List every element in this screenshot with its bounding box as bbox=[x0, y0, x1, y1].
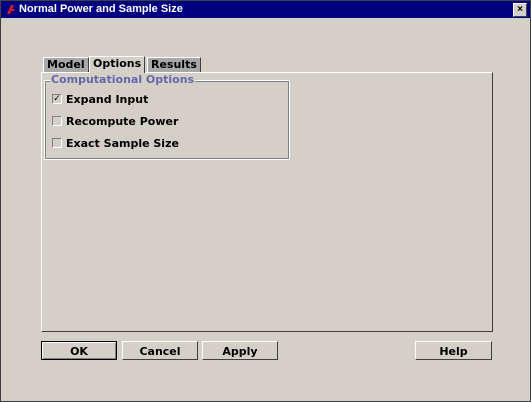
recompute-power-label[interactable]: Recompute Power bbox=[66, 115, 178, 128]
expand-input-checkbox-row[interactable]: ✓ Expand Input bbox=[52, 92, 148, 106]
help-button[interactable]: Help bbox=[415, 341, 492, 360]
exact-sample-size-checkbox[interactable] bbox=[52, 138, 62, 148]
window-title: Normal Power and Sample Size bbox=[19, 3, 183, 15]
dialog-window: Normal Power and Sample Size × Model Opt… bbox=[0, 0, 531, 402]
apply-button[interactable]: Apply bbox=[202, 341, 278, 360]
app-logo-icon bbox=[4, 3, 17, 16]
group-legend: Computational Options bbox=[50, 73, 196, 87]
exact-sample-size-checkbox-row[interactable]: Exact Sample Size bbox=[52, 136, 179, 150]
close-button[interactable]: × bbox=[513, 3, 527, 17]
recompute-power-checkbox[interactable] bbox=[52, 116, 62, 126]
tab-model[interactable]: Model bbox=[43, 57, 89, 72]
close-icon: × bbox=[517, 4, 523, 15]
cancel-button[interactable]: Cancel bbox=[122, 341, 198, 360]
options-tab-panel: Computational Options ✓ Expand Input Rec… bbox=[41, 72, 493, 332]
tab-options[interactable]: Options bbox=[89, 56, 146, 73]
recompute-power-checkbox-row[interactable]: Recompute Power bbox=[52, 114, 178, 128]
checkmark-icon: ✓ bbox=[53, 94, 61, 104]
title-bar[interactable]: Normal Power and Sample Size × bbox=[1, 1, 530, 18]
computational-options-group: Computational Options ✓ Expand Input Rec… bbox=[44, 73, 290, 160]
expand-input-checkbox[interactable]: ✓ bbox=[52, 94, 62, 104]
exact-sample-size-label[interactable]: Exact Sample Size bbox=[66, 137, 179, 150]
expand-input-label[interactable]: Expand Input bbox=[66, 93, 148, 106]
ok-button[interactable]: OK bbox=[41, 341, 117, 360]
tab-results[interactable]: Results bbox=[147, 57, 201, 72]
